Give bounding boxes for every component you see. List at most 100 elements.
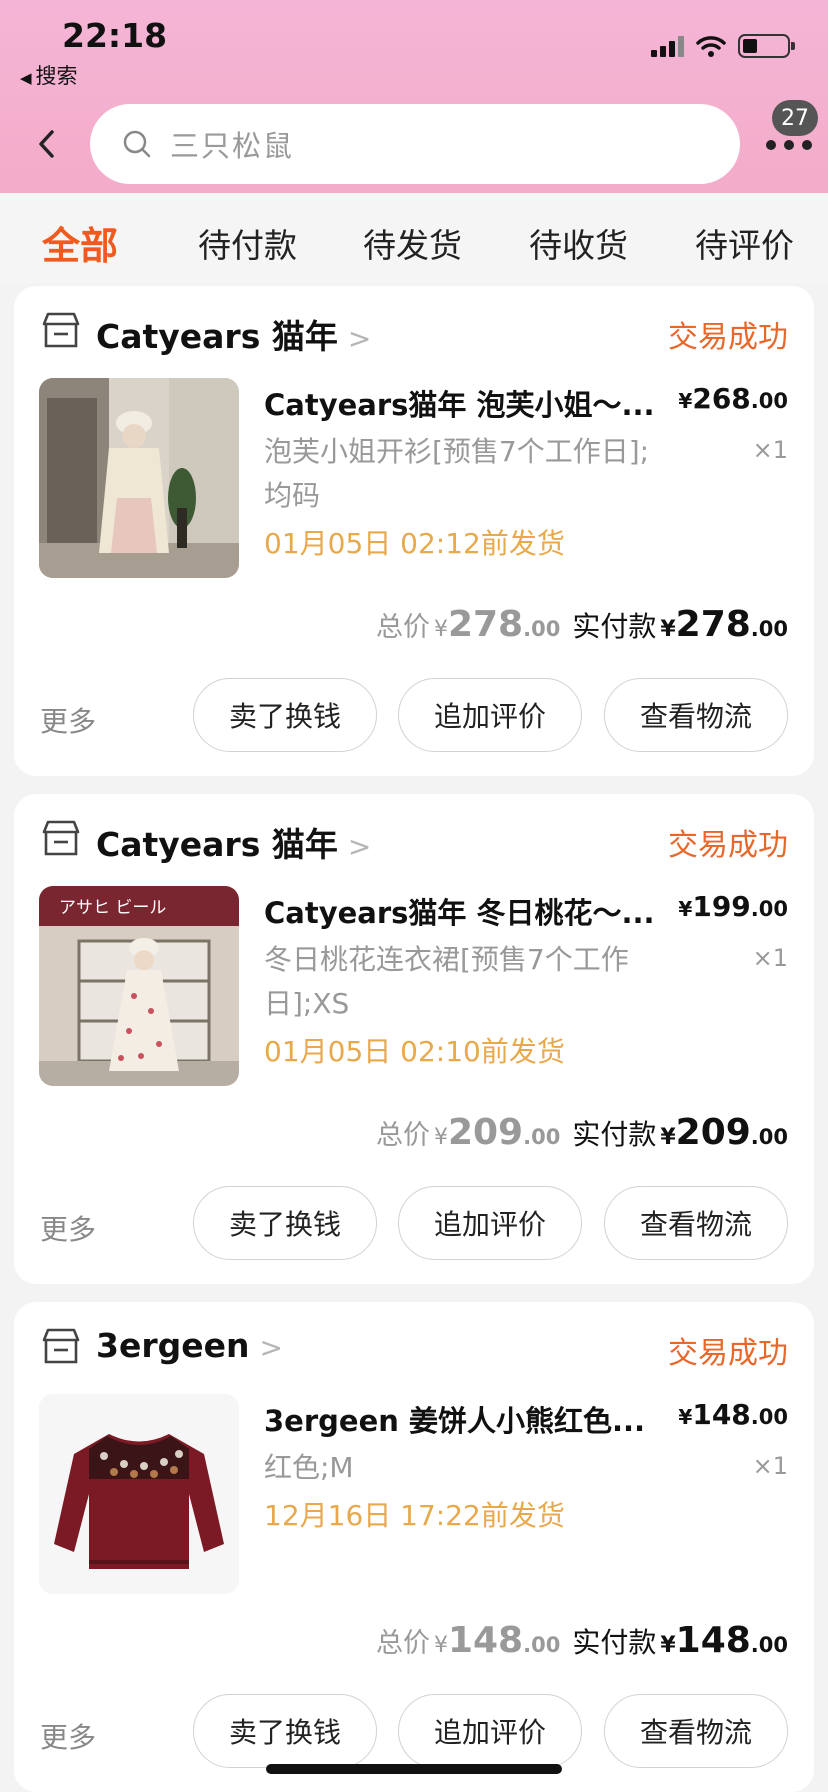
shop-name: Catyears 猫年	[96, 825, 338, 864]
paid-currency: ¥	[660, 617, 676, 642]
ship-deadline: 12月16日 17:22前发货	[264, 1499, 565, 1532]
shop-name: Catyears 猫年	[96, 317, 338, 356]
back-arrow-icon[interactable]	[32, 122, 62, 166]
order-card[interactable]: 3ergeen > 交易成功 3ergeen 姜饼人小熊红色... ¥148.00…	[14, 1302, 814, 1792]
price-decimal: .00	[750, 1405, 788, 1429]
price-integer: 268	[692, 382, 751, 415]
total-integer: 209	[447, 1112, 524, 1153]
search-input[interactable]: 三只松鼠	[90, 104, 740, 184]
product-title[interactable]: Catyears猫年 泡芙小姐～...	[264, 382, 674, 424]
total-currency: ¥	[433, 617, 448, 642]
resell-button[interactable]: 卖了换钱	[193, 1186, 377, 1260]
quantity: ×1	[752, 436, 788, 464]
view-logistics-button[interactable]: 查看物流	[604, 678, 788, 752]
tab-pending-payment[interactable]: 待付款	[198, 219, 297, 267]
order-totals: 总价 ¥ 148 .00 实付款 ¥ 148 .00	[376, 1620, 788, 1661]
total-integer: 148	[447, 1620, 524, 1661]
back-to-app-link[interactable]: ◀ 搜索	[20, 60, 78, 90]
resell-button[interactable]: 卖了换钱	[193, 678, 377, 752]
home-indicator[interactable]	[266, 1764, 562, 1774]
search-icon	[123, 130, 151, 158]
chevron-right-icon: >	[259, 1331, 283, 1364]
status-icons	[651, 34, 795, 58]
view-logistics-button[interactable]: 查看物流	[604, 1186, 788, 1260]
product-title[interactable]: 3ergeen 姜饼人小熊红色...	[264, 1398, 674, 1440]
tab-all[interactable]: 全部	[42, 215, 118, 270]
tab-pending-shipment[interactable]: 待发货	[363, 219, 462, 267]
quantity: ×1	[752, 944, 788, 972]
paid-decimal: .00	[750, 617, 788, 641]
price-currency: ¥	[678, 389, 693, 413]
paid-currency: ¥	[660, 1125, 676, 1150]
add-review-button[interactable]: 追加评价	[398, 1186, 582, 1260]
shop-name-link[interactable]: Catyears 猫年 >	[96, 818, 371, 866]
status-time: 22:18	[62, 16, 168, 55]
shop-name-link[interactable]: 3ergeen >	[96, 1326, 283, 1365]
wifi-icon	[696, 36, 726, 57]
order-status: 交易成功	[668, 320, 788, 355]
paid-label: 实付款	[572, 1626, 657, 1659]
total-label: 总价	[375, 1120, 430, 1151]
product-image[interactable]: アサヒ ビール	[39, 886, 239, 1086]
price-decimal: .00	[750, 389, 788, 413]
order-card[interactable]: Catyears 猫年 > 交易成功 Catyears猫年 泡芙小姐～... ¥2…	[14, 286, 814, 776]
search-placeholder: 三只松鼠	[170, 129, 295, 163]
add-review-button[interactable]: 追加评价	[398, 678, 582, 752]
more-link[interactable]: 更多	[40, 1208, 96, 1248]
shop-sign-text: アサヒ ビール	[59, 898, 166, 918]
shop-icon	[42, 820, 80, 856]
view-logistics-button[interactable]: 查看物流	[604, 1694, 788, 1768]
price-integer: 199	[692, 890, 751, 923]
unit-price: ¥148.00	[678, 1398, 788, 1431]
shop-name-link[interactable]: Catyears 猫年 >	[96, 310, 371, 358]
total-decimal: .00	[523, 617, 561, 641]
chevron-right-icon: >	[347, 322, 372, 355]
paid-integer: 148	[675, 1620, 751, 1661]
product-image[interactable]	[39, 378, 239, 578]
more-link[interactable]: 更多	[40, 1716, 96, 1756]
tab-pending-receipt[interactable]: 待收货	[529, 219, 628, 267]
ship-deadline: 01月05日 02:10前发货	[264, 1035, 565, 1068]
product-title[interactable]: Catyears猫年 冬日桃花～...	[264, 890, 674, 932]
total-decimal: .00	[523, 1125, 561, 1149]
add-review-button[interactable]: 追加评价	[398, 1694, 582, 1768]
unit-price: ¥268.00	[678, 382, 788, 415]
order-totals: 总价 ¥ 278 .00 实付款 ¥ 278 .00	[376, 604, 788, 645]
shop-icon	[42, 1328, 80, 1364]
paid-integer: 209	[675, 1112, 751, 1153]
total-currency: ¥	[433, 1125, 448, 1150]
order-card[interactable]: Catyears 猫年 > 交易成功 アサヒ ビール Catyears猫年 冬日桃…	[14, 794, 814, 1284]
signal-icon	[651, 35, 684, 57]
product-spec: 冬日桃花连衣裙[预售7个工作日];XS	[264, 943, 629, 1020]
order-status: 交易成功	[668, 828, 788, 863]
battery-icon	[738, 34, 795, 58]
tab-pending-review[interactable]: 待评价	[695, 219, 794, 267]
header: 22:18 ◀ 搜索 三只松鼠 27	[0, 0, 828, 193]
price-currency: ¥	[678, 897, 693, 921]
paid-currency: ¥	[660, 1633, 676, 1658]
product-spec: 泡芙小姐开衫[预售7个工作日];均码	[264, 435, 650, 512]
more-menu-button[interactable]: 27	[762, 100, 822, 160]
order-status: 交易成功	[668, 1336, 788, 1371]
back-app-label: 搜索	[35, 64, 78, 88]
chevron-right-icon: >	[347, 830, 372, 863]
price-integer: 148	[692, 1398, 751, 1431]
price-currency: ¥	[678, 1405, 693, 1429]
paid-label: 实付款	[572, 610, 657, 643]
more-link[interactable]: 更多	[40, 700, 96, 740]
message-count-badge: 27	[772, 100, 818, 136]
order-tabs: 全部 待付款 待发货 待收货 待评价	[0, 193, 828, 283]
resell-button[interactable]: 卖了换钱	[193, 1694, 377, 1768]
price-decimal: .00	[750, 897, 788, 921]
paid-label: 实付款	[572, 1118, 657, 1151]
total-label: 总价	[375, 1628, 430, 1659]
product-image[interactable]	[39, 1394, 239, 1594]
paid-decimal: .00	[750, 1125, 788, 1149]
order-totals: 总价 ¥ 209 .00 实付款 ¥ 209 .00	[376, 1112, 788, 1153]
total-decimal: .00	[523, 1633, 561, 1657]
unit-price: ¥199.00	[678, 890, 788, 923]
paid-integer: 278	[675, 604, 751, 645]
shop-name: 3ergeen	[96, 1326, 250, 1365]
shop-icon	[42, 312, 80, 348]
back-triangle-icon: ◀	[20, 69, 32, 87]
